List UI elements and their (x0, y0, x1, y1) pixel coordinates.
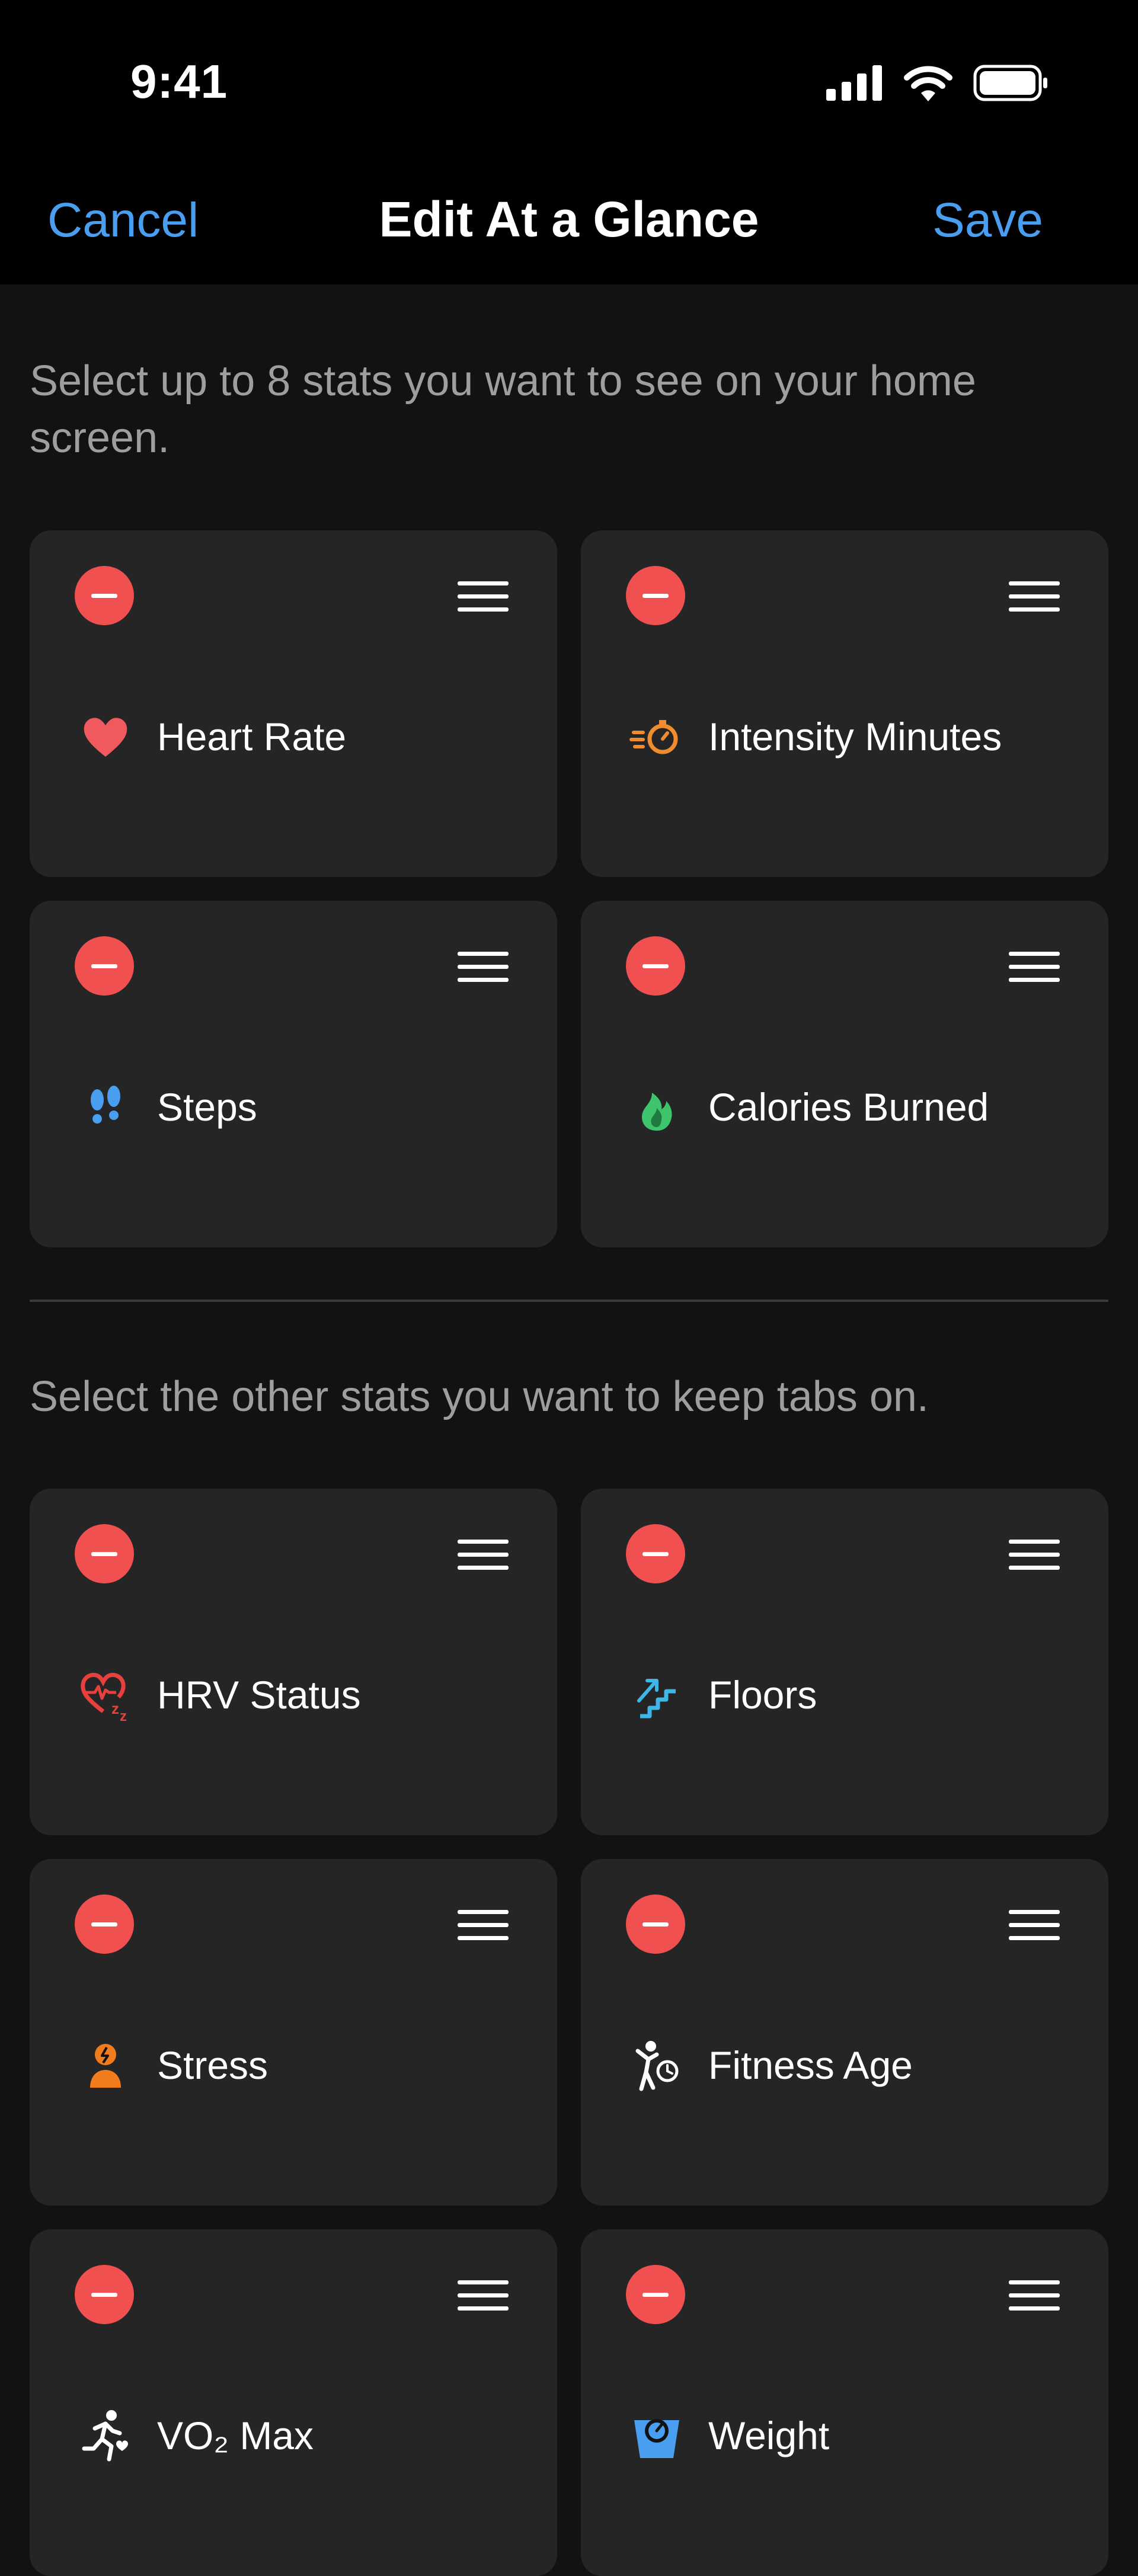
other-stats-instruction: Select the other stats you want to keep … (30, 1373, 929, 1420)
stat-label: Stress (157, 2043, 268, 2087)
drag-handle-icon[interactable] (458, 1910, 509, 1941)
drag-handle-icon[interactable] (458, 1540, 509, 1570)
drag-handle-icon[interactable] (1009, 581, 1060, 612)
stat-card-vo2-max: VO₂ Max (30, 2229, 557, 2576)
remove-button[interactable] (75, 1524, 134, 1583)
remove-button[interactable] (626, 936, 685, 996)
drag-handle-icon[interactable] (1009, 2280, 1060, 2311)
navigation-bar: Cancel Edit At a Glance Save (0, 166, 1138, 284)
footprints-icon (91, 1086, 120, 1124)
stress-person-icon (90, 2044, 121, 2088)
drag-handle-icon[interactable] (458, 581, 509, 612)
drag-handle-icon[interactable] (1009, 952, 1060, 983)
status-bar: 9:41 (0, 0, 1138, 166)
save-button[interactable]: Save (932, 193, 1043, 248)
wifi-icon (904, 66, 952, 101)
stat-label: Fitness Age (708, 2043, 913, 2087)
intensity-stopwatch-icon (629, 720, 678, 754)
remove-button[interactable] (626, 1524, 685, 1583)
cellular-signal-icon (826, 65, 882, 101)
remove-button[interactable] (75, 2265, 134, 2324)
stat-label: VO₂ Max (157, 2414, 314, 2457)
stat-card-floors: Floors (581, 1489, 1108, 1835)
stat-card-hrv-status: z z HRV Status (30, 1489, 557, 1835)
remove-button[interactable] (75, 566, 134, 625)
fitness-age-icon (635, 2041, 679, 2091)
stat-card-intensity-minutes: Intensity Minutes (581, 530, 1108, 877)
stat-card-heart-rate: Heart Rate (30, 530, 557, 877)
stairs-icon (637, 1679, 676, 1719)
remove-button[interactable] (626, 566, 685, 625)
svg-text:z: z (111, 1700, 119, 1717)
remove-button[interactable] (626, 2265, 685, 2324)
stat-label: Heart Rate (157, 715, 347, 759)
stat-label: Calories Burned (708, 1085, 989, 1129)
svg-text:z: z (120, 1708, 127, 1723)
section-divider (30, 1300, 1108, 1302)
remove-button[interactable] (75, 936, 134, 996)
battery-icon (973, 65, 1047, 101)
stat-card-stress: Stress (30, 1859, 557, 2206)
hrv-heart-icon: z z (81, 1673, 127, 1723)
stat-label: Weight (708, 2414, 830, 2457)
heart-icon (84, 718, 127, 757)
drag-handle-icon[interactable] (1009, 1910, 1060, 1941)
stat-card-calories-burned: Calories Burned (581, 901, 1108, 1247)
stat-card-weight: Weight (581, 2229, 1108, 2576)
stat-label: HRV Status (157, 1673, 361, 1717)
status-icons (826, 59, 1049, 107)
stat-label: Intensity Minutes (708, 715, 1002, 759)
drag-handle-icon[interactable] (458, 952, 509, 983)
stat-card-steps: Steps (30, 901, 557, 1247)
remove-button[interactable] (626, 1895, 685, 1954)
glance-instruction: Select up to 8 stats you want to see on … (30, 357, 976, 462)
stat-card-fitness-age: Fitness Age (581, 1859, 1108, 2206)
status-time: 9:41 (130, 55, 228, 108)
stat-label: Floors (708, 1673, 817, 1717)
drag-handle-icon[interactable] (458, 2280, 509, 2311)
scale-icon (634, 2419, 679, 2458)
stat-label: Steps (157, 1085, 257, 1129)
runner-icon (82, 2410, 128, 2462)
drag-handle-icon[interactable] (1009, 1540, 1060, 1570)
remove-button[interactable] (75, 1895, 134, 1954)
flame-icon (642, 1093, 672, 1131)
